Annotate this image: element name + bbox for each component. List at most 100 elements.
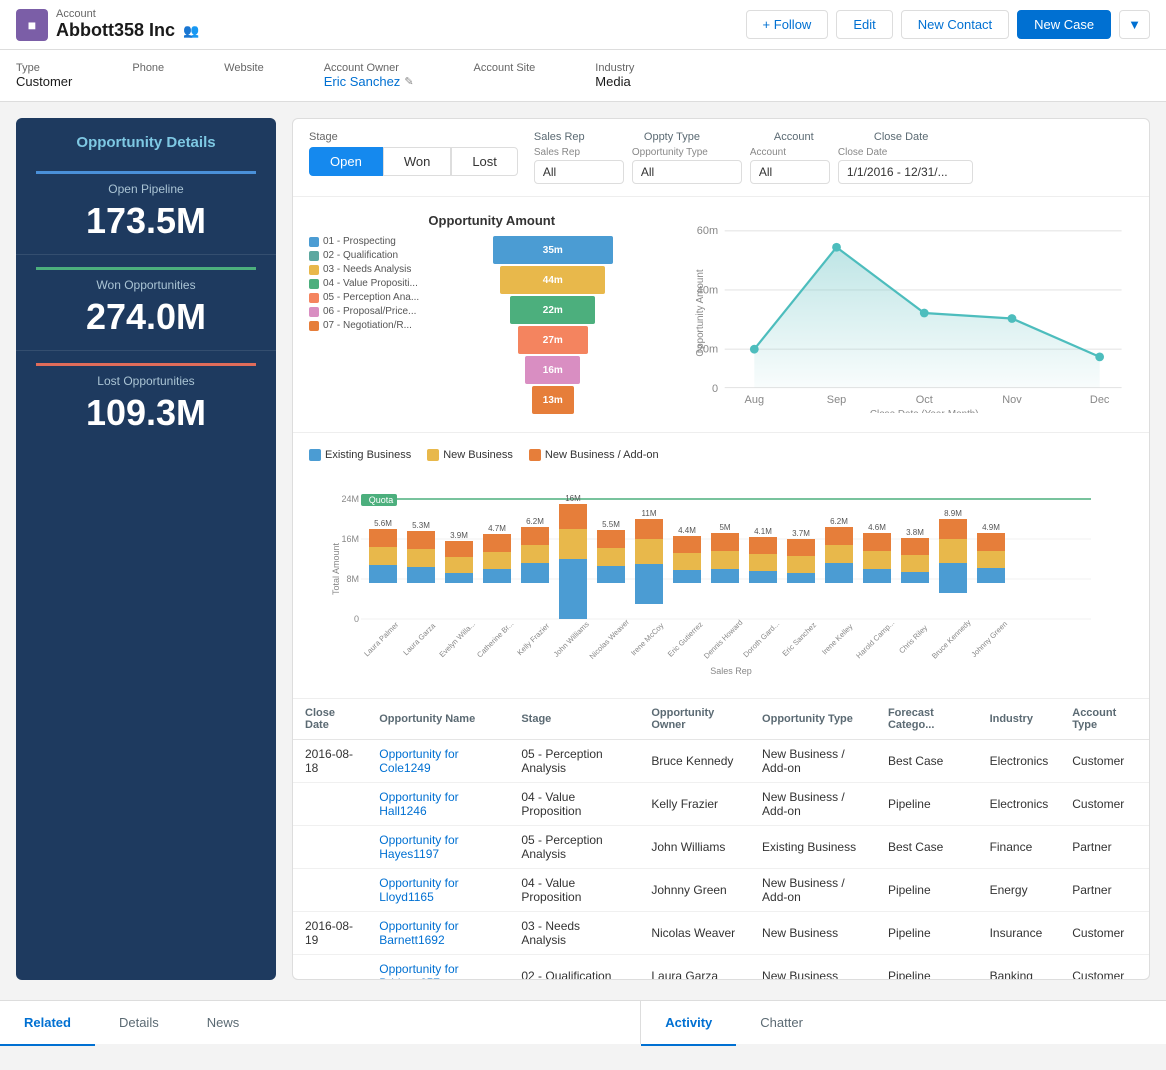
cell-stage: 02 - Qualification [509, 955, 639, 980]
svg-text:4.9M: 4.9M [982, 523, 1000, 532]
open-pipeline-value: 173.5M [36, 200, 256, 242]
legend-item: 06 - Proposal/Price... [309, 306, 419, 317]
svg-text:Sep: Sep [827, 394, 847, 406]
tab-details[interactable]: Details [95, 1001, 183, 1046]
svg-text:Doroth Gard...: Doroth Gard... [741, 619, 781, 659]
new-contact-button[interactable]: New Contact [901, 10, 1009, 39]
cell-forecast: Best Case [876, 740, 978, 783]
owner-label: Account Owner [324, 62, 414, 74]
cell-stage: 03 - Needs Analysis [509, 912, 639, 955]
won-opportunities-label: Won Opportunities [36, 278, 256, 292]
svg-text:Bruce Kennedy: Bruce Kennedy [930, 618, 973, 661]
col-industry: Industry [978, 699, 1061, 740]
date-filter-label: Close Date [838, 147, 973, 158]
table-row[interactable]: Opportunity for Hall1246 04 - Value Prop… [293, 783, 1149, 826]
funnel-bar: 35m [493, 236, 613, 264]
owner-value[interactable]: Eric Sanchez [324, 74, 401, 89]
svg-text:Quota: Quota [369, 495, 394, 505]
site-label: Account Site [474, 62, 536, 74]
bar-chart-section: Existing BusinessNew BusinessNew Busines… [293, 433, 1149, 699]
cell-opp-name[interactable]: Opportunity for Hall1246 [367, 783, 509, 826]
new-case-button[interactable]: New Case [1017, 10, 1111, 39]
account-people-icon[interactable]: 👥 [183, 23, 199, 39]
cell-forecast: Pipeline [876, 955, 978, 980]
account-icon: ■ [16, 9, 48, 41]
dropdown-button[interactable]: ▼ [1119, 10, 1150, 39]
svg-text:16M: 16M [341, 534, 359, 544]
table-row[interactable]: Opportunity for Hayes1197 05 - Perceptio… [293, 826, 1149, 869]
svg-text:Irene Kelley: Irene Kelley [820, 622, 855, 657]
stage-won-button[interactable]: Won [383, 147, 452, 176]
date-select[interactable]: 1/1/2016 - 12/31/... [838, 160, 973, 184]
svg-text:Aug: Aug [745, 394, 765, 406]
svg-text:Nov: Nov [1003, 394, 1023, 406]
funnel-chart-title: Opportunity Amount [309, 213, 674, 228]
cell-owner: Nicolas Weaver [639, 912, 750, 955]
cell-industry: Finance [978, 826, 1061, 869]
cell-date: 2016-08-19 [293, 912, 367, 955]
tab-activity[interactable]: Activity [641, 1001, 736, 1046]
follow-button[interactable]: + Follow [746, 10, 829, 39]
svg-text:6.2M: 6.2M [830, 517, 848, 526]
cell-type: New Business / Add-on [750, 740, 876, 783]
svg-text:4.4M: 4.4M [678, 526, 696, 535]
cell-opp-name[interactable]: Opportunity for Bridges657 [367, 955, 509, 980]
tab-chatter[interactable]: Chatter [736, 1001, 827, 1046]
open-pipeline-label: Open Pipeline [36, 182, 256, 196]
sales-rep-select[interactable]: All [534, 160, 624, 184]
table-row[interactable]: 2016-08-18 Opportunity for Cole1249 05 -… [293, 740, 1149, 783]
cell-date [293, 783, 367, 826]
cell-account-type: Partner [1060, 869, 1149, 912]
table-row[interactable]: Opportunity for Lloyd1165 04 - Value Pro… [293, 869, 1149, 912]
sales-rep-filter-label: Sales Rep [534, 147, 624, 158]
table-row[interactable]: Opportunity for Bridges657 02 - Qualific… [293, 955, 1149, 980]
edit-button[interactable]: Edit [836, 10, 892, 39]
owner-edit-icon[interactable]: ✎ [404, 75, 413, 88]
funnel-bar: 44m [500, 266, 605, 294]
table-row[interactable]: 2016-08-19 Opportunity for Barnett1692 0… [293, 912, 1149, 955]
industry-value: Media [595, 74, 634, 89]
legend-item: 07 - Negotiation/R... [309, 320, 419, 331]
svg-text:4.1M: 4.1M [754, 527, 772, 536]
oppty-type-select[interactable]: All [632, 160, 742, 184]
opportunity-details-title: Opportunity Details [16, 118, 276, 159]
won-opportunities-value: 274.0M [36, 296, 256, 338]
cell-forecast: Pipeline [876, 783, 978, 826]
cell-date [293, 869, 367, 912]
tab-news[interactable]: News [183, 1001, 264, 1046]
bar-legend-item: New Business / Add-on [529, 449, 659, 461]
svg-text:Opportunity Amount: Opportunity Amount [695, 269, 706, 356]
tab-related[interactable]: Related [0, 1001, 95, 1046]
cell-stage: 04 - Value Proposition [509, 783, 639, 826]
cell-industry: Energy [978, 869, 1061, 912]
cell-opp-name[interactable]: Opportunity for Lloyd1165 [367, 869, 509, 912]
svg-text:Kelly Frazier: Kelly Frazier [515, 621, 551, 657]
col-owner: Opportunity Owner [639, 699, 750, 740]
cell-industry: Banking [978, 955, 1061, 980]
cell-forecast: Best Case [876, 826, 978, 869]
svg-text:5.5M: 5.5M [602, 520, 620, 529]
svg-text:Eric Gutierrez: Eric Gutierrez [666, 620, 705, 659]
account-filter-label: Account [750, 147, 830, 158]
funnel-bar: 22m [510, 296, 595, 324]
funnel-bar: 27m [518, 326, 588, 354]
svg-text:4.7M: 4.7M [488, 524, 506, 533]
cell-opp-name[interactable]: Opportunity for Barnett1692 [367, 912, 509, 955]
cell-stage: 05 - Perception Analysis [509, 740, 639, 783]
bar-legend-item: Existing Business [309, 449, 411, 461]
cell-opp-name[interactable]: Opportunity for Cole1249 [367, 740, 509, 783]
svg-text:0: 0 [354, 614, 359, 624]
stage-lost-button[interactable]: Lost [451, 147, 518, 176]
account-select[interactable]: All [750, 160, 830, 184]
svg-text:3.7M: 3.7M [792, 529, 810, 538]
funnel-chart: Opportunity Amount 01 - Prospecting02 - … [309, 213, 674, 416]
legend-item: 04 - Value Propositi... [309, 278, 419, 289]
cell-opp-name[interactable]: Opportunity for Hayes1197 [367, 826, 509, 869]
cell-account-type: Customer [1060, 740, 1149, 783]
stage-open-button[interactable]: Open [309, 147, 383, 176]
svg-text:3.9M: 3.9M [450, 531, 468, 540]
cell-account-type: Customer [1060, 912, 1149, 955]
col-stage: Stage [509, 699, 639, 740]
cell-date [293, 826, 367, 869]
svg-text:Total Amount: Total Amount [331, 542, 341, 595]
